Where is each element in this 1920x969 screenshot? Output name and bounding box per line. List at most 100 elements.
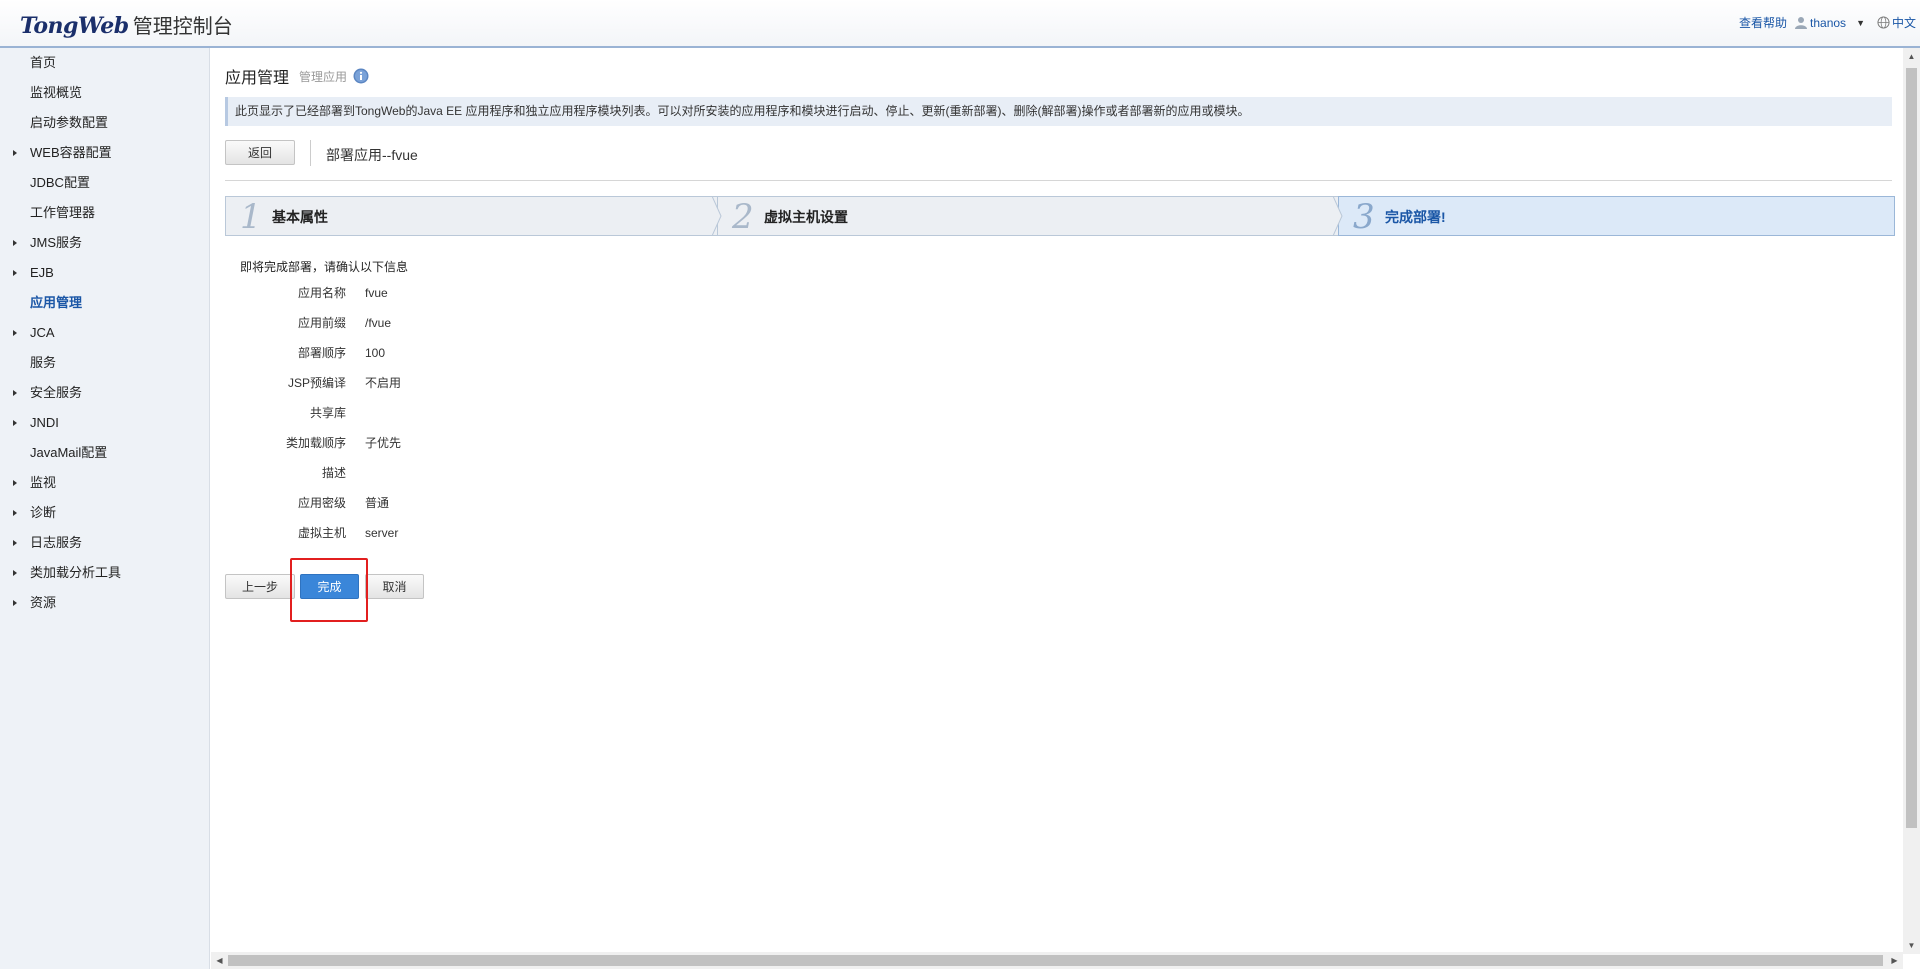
summary-row: 应用名称 fvue bbox=[211, 283, 611, 303]
scroll-left-icon[interactable]: ◀ bbox=[211, 952, 228, 969]
expand-arrow-icon[interactable] bbox=[13, 390, 17, 396]
scroll-up-icon[interactable]: ▲ bbox=[1903, 48, 1920, 65]
prev-step-button[interactable]: 上一步 bbox=[225, 574, 295, 599]
sidebar-item[interactable]: JNDI bbox=[0, 408, 209, 438]
divider bbox=[310, 140, 311, 166]
step-basic-properties: 1 基本属性 bbox=[225, 196, 717, 237]
divider bbox=[225, 180, 1892, 181]
expand-arrow-icon[interactable] bbox=[13, 150, 17, 156]
summary-key: 应用密级 bbox=[297, 496, 346, 510]
sidebar-item[interactable]: 诊断 bbox=[0, 498, 209, 528]
sidebar-item[interactable]: 监视概览 bbox=[0, 78, 209, 108]
chevron-down-icon: ▼ bbox=[1856, 17, 1865, 28]
step-label: 基本属性 bbox=[272, 209, 328, 225]
summary-row: 应用前缀/fvue bbox=[211, 313, 611, 333]
help-link[interactable]: 查看帮助 bbox=[1739, 14, 1787, 31]
summary-key: 部署顺序 bbox=[297, 346, 346, 360]
sidebar-item[interactable]: 启动参数配置 bbox=[0, 108, 209, 138]
scrollbar-thumb[interactable] bbox=[1906, 68, 1917, 828]
sidebar-item[interactable]: 监视 bbox=[0, 468, 209, 498]
summary-value: server bbox=[365, 526, 399, 540]
horizontal-scrollbar[interactable]: ◀ ▶ bbox=[211, 952, 1903, 969]
sidebar-item[interactable]: JMS服务 bbox=[0, 228, 209, 258]
step-number: 1 bbox=[240, 197, 262, 237]
summary-key: 应用名称 bbox=[297, 286, 346, 300]
cancel-button[interactable]: 取消 bbox=[365, 574, 424, 599]
finish-button[interactable]: 完成 bbox=[300, 574, 359, 599]
summary-row: JSP预编译 不启用 bbox=[211, 373, 611, 393]
page-description: 此页显示了已经部署到TongWeb的Java EE 应用程序和独立应用程序模块列… bbox=[225, 97, 1892, 126]
sidebar: 首页 监视概览启动参数配置 WEB容器配置 JDBC配置 工作管理器 JMS服务 EJB 应用… bbox=[0, 48, 210, 969]
step-separator-icon bbox=[712, 196, 722, 236]
sidebar-item[interactable]: 安全服务 bbox=[0, 378, 209, 408]
step-label: 完成部署! bbox=[1385, 209, 1446, 225]
globe-icon bbox=[1877, 16, 1890, 29]
sidebar-item[interactable]: 日志服务 bbox=[0, 528, 209, 558]
sidebar-item-label: 启动参数配置 bbox=[30, 115, 109, 130]
sidebar-item-label: 诊断 bbox=[30, 505, 57, 520]
sidebar-item[interactable]: EJB bbox=[0, 258, 209, 288]
summary-row: 应用密级 普通 bbox=[211, 493, 611, 513]
sidebar-item[interactable]: 类加载分析工具 bbox=[0, 558, 209, 588]
expand-arrow-icon[interactable] bbox=[13, 420, 17, 426]
user-menu[interactable]: thanos ▼ bbox=[1795, 16, 1865, 30]
expand-arrow-icon[interactable] bbox=[13, 330, 17, 336]
back-button[interactable]: 返回 bbox=[225, 140, 295, 165]
summary-row: 虚拟主机 server bbox=[211, 523, 611, 543]
top-header: TongWeb 管理控制台 查看帮助 thanos ▼ 中文 bbox=[0, 0, 1920, 48]
sidebar-item-label: JavaMail配置 bbox=[30, 445, 108, 460]
language-switch[interactable]: 中文 bbox=[1877, 14, 1916, 31]
expand-arrow-icon[interactable] bbox=[13, 600, 17, 606]
page-subtitle: 管理应用 bbox=[299, 69, 348, 84]
logo: TongWeb 管理控制台 bbox=[20, 10, 233, 39]
sidebar-item[interactable]: WEB容器配置 bbox=[0, 138, 209, 168]
sidebar-item[interactable]: 首页 bbox=[0, 48, 209, 78]
user-icon bbox=[1795, 17, 1808, 29]
sidebar-item[interactable]: 应用管理 bbox=[0, 288, 209, 318]
sidebar-item[interactable]: JDBC配置 bbox=[0, 168, 209, 198]
summary-row: 描述 bbox=[211, 463, 611, 483]
expand-arrow-icon[interactable] bbox=[13, 570, 17, 576]
step-number: 3 bbox=[1353, 197, 1375, 237]
summary-row: 共享库 bbox=[211, 403, 611, 423]
sidebar-item-label: 资源 bbox=[30, 595, 57, 610]
summary-key: 类加载顺序 bbox=[285, 436, 346, 450]
sidebar-item[interactable]: 资源 bbox=[0, 588, 209, 618]
vertical-scrollbar[interactable]: ▲ ▼ bbox=[1903, 48, 1920, 954]
header-actions: 查看帮助 thanos ▼ 中文 bbox=[1739, 14, 1916, 31]
sidebar-item[interactable]: JavaMail配置 bbox=[0, 438, 209, 468]
sidebar-item-label: JNDI bbox=[30, 415, 59, 430]
sidebar-item-label: 工作管理器 bbox=[30, 205, 96, 220]
sidebar-item[interactable]: JCA bbox=[0, 318, 209, 348]
scrollbar-thumb[interactable] bbox=[228, 955, 1883, 966]
sidebar-item[interactable]: 工作管理器 bbox=[0, 198, 209, 228]
sidebar-item-label: 安全服务 bbox=[30, 385, 83, 400]
summary-value: 100 bbox=[365, 346, 386, 360]
summary-row: 类加载顺序 子优先 bbox=[211, 433, 611, 453]
step-separator-icon bbox=[1333, 196, 1343, 236]
summary-value: fvue bbox=[365, 286, 388, 300]
step-finish-current: 3 完成部署! bbox=[1338, 196, 1895, 237]
info-icon[interactable] bbox=[353, 68, 369, 84]
sidebar-item-label: JDBC配置 bbox=[30, 175, 90, 190]
step-number: 2 bbox=[732, 197, 754, 237]
sidebar-item-label: WEB容器配置 bbox=[30, 145, 112, 160]
sidebar-item-label: 日志服务 bbox=[30, 535, 83, 550]
expand-arrow-icon[interactable] bbox=[13, 540, 17, 546]
sidebar-item-label: 服务 bbox=[30, 355, 57, 370]
summary-value: 子优先 bbox=[365, 436, 402, 450]
scroll-down-icon[interactable]: ▼ bbox=[1903, 937, 1920, 954]
expand-arrow-icon[interactable] bbox=[13, 240, 17, 246]
sidebar-nav: 首页 监视概览启动参数配置 WEB容器配置 JDBC配置 工作管理器 JMS服务 EJB 应用… bbox=[0, 48, 209, 618]
deploy-title: 部署应用--fvue bbox=[326, 147, 418, 163]
sidebar-item-label: 类加载分析工具 bbox=[30, 565, 122, 580]
expand-arrow-icon[interactable] bbox=[13, 480, 17, 486]
console-title: 管理控制台 bbox=[132, 14, 233, 38]
sidebar-item-label: JMS服务 bbox=[30, 235, 83, 250]
sidebar-item-label: 监视 bbox=[30, 475, 57, 490]
sidebar-item[interactable]: 服务 bbox=[0, 348, 209, 378]
scroll-right-icon[interactable]: ▶ bbox=[1886, 952, 1903, 969]
expand-arrow-icon[interactable] bbox=[13, 270, 17, 276]
language-label: 中文 bbox=[1891, 16, 1916, 30]
expand-arrow-icon[interactable] bbox=[13, 510, 17, 516]
